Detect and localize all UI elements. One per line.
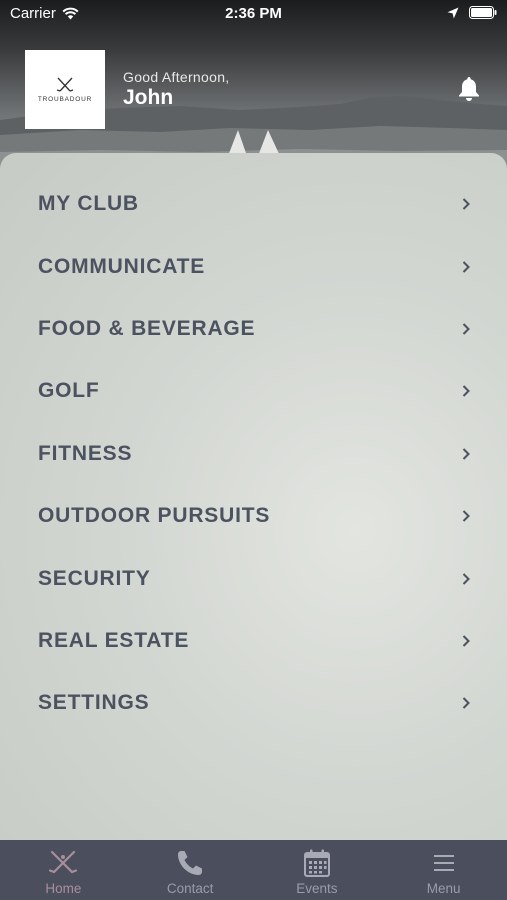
menu-list: MY CLUB COMMUNICATE FOOD & BEVERAGE GOLF… <box>0 173 507 735</box>
menu-item-label: MY CLUB <box>38 192 139 216</box>
menu-item-outdoor-pursuits[interactable]: OUTDOOR PURSUITS <box>0 485 507 547</box>
menu-item-golf[interactable]: GOLF <box>0 360 507 422</box>
club-logo: TROUBADOUR <box>25 50 105 129</box>
chevron-right-icon <box>462 198 470 210</box>
main-menu-panel: MY CLUB COMMUNICATE FOOD & BEVERAGE GOLF… <box>0 153 507 841</box>
greeting-text: Good Afternoon, <box>123 69 230 85</box>
menu-item-label: REAL ESTATE <box>38 628 190 652</box>
chevron-right-icon <box>462 635 470 647</box>
tab-events[interactable]: Events <box>254 840 381 900</box>
location-arrow-icon <box>447 7 459 18</box>
menu-item-real-estate[interactable]: REAL ESTATE <box>0 610 507 672</box>
tab-label: Home <box>45 881 82 896</box>
chevron-right-icon <box>462 572 470 585</box>
chevron-right-icon <box>462 260 470 273</box>
crossed-clubs-icon <box>49 850 78 874</box>
bell-icon[interactable] <box>457 76 481 102</box>
status-time: 2:36 PM <box>225 5 282 22</box>
menu-item-label: COMMUNICATE <box>38 254 206 278</box>
chevron-right-icon <box>462 385 470 398</box>
menu-item-label: SETTINGS <box>38 691 150 715</box>
menu-item-label: SECURITY <box>38 566 151 590</box>
menu-item-label: GOLF <box>38 379 100 403</box>
calendar-icon <box>303 849 330 877</box>
menu-item-my-club[interactable]: MY CLUB <box>0 173 507 235</box>
bottom-tab-bar: Home Contact Events Menu <box>0 840 507 900</box>
user-name: John <box>123 86 174 109</box>
chevron-right-icon <box>462 697 470 710</box>
logo-text: TROUBADOUR <box>37 95 93 103</box>
chevron-right-icon <box>462 510 470 522</box>
tab-label: Events <box>296 881 338 896</box>
status-bar: Carrier 2:36 PM <box>0 0 507 28</box>
hamburger-menu-icon <box>433 855 454 871</box>
phone-icon <box>178 851 203 875</box>
menu-item-security[interactable]: SECURITY <box>0 547 507 609</box>
tab-menu[interactable]: Menu <box>380 840 507 900</box>
menu-item-label: OUTDOOR PURSUITS <box>38 504 271 528</box>
tab-label: Menu <box>426 881 461 896</box>
tab-home[interactable]: Home <box>0 840 127 900</box>
menu-item-fitness[interactable]: FITNESS <box>0 423 507 485</box>
tab-contact[interactable]: Contact <box>127 840 254 900</box>
menu-item-food-beverage[interactable]: FOOD & BEVERAGE <box>0 298 507 360</box>
menu-item-communicate[interactable]: COMMUNICATE <box>0 235 507 297</box>
chevron-right-icon <box>462 448 470 460</box>
menu-item-label: FITNESS <box>38 441 133 465</box>
tab-label: Contact <box>166 881 214 896</box>
crossed-clubs-logo-icon <box>56 77 74 92</box>
menu-item-settings[interactable]: SETTINGS <box>0 672 507 734</box>
chevron-right-icon <box>462 323 470 335</box>
battery-icon <box>469 6 497 19</box>
menu-item-label: FOOD & BEVERAGE <box>38 316 256 340</box>
